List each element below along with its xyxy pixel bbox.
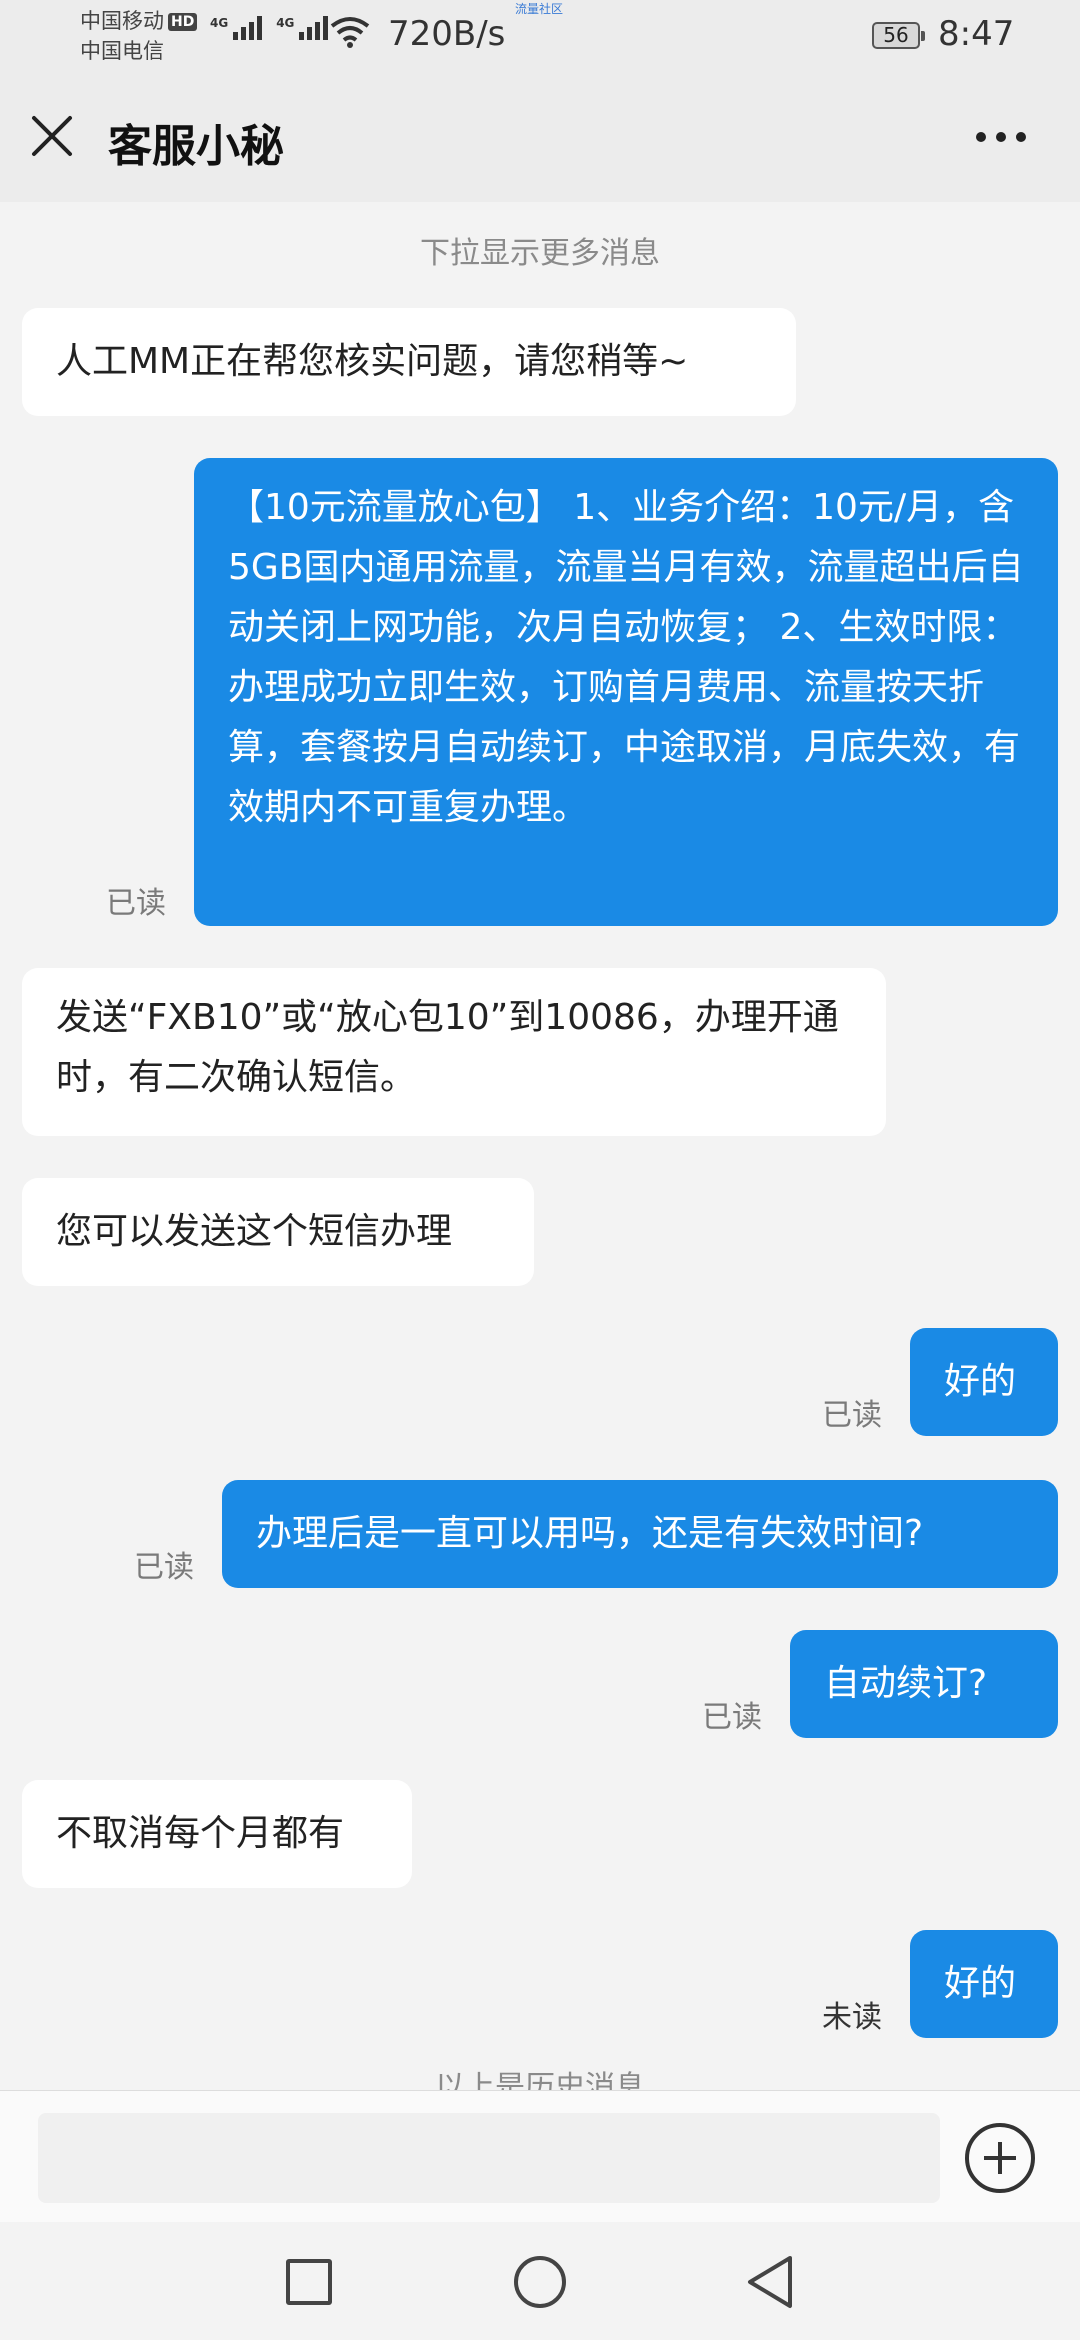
- message-input[interactable]: [38, 2113, 940, 2203]
- battery-icon: 56: [872, 22, 925, 49]
- read-status: 已读: [702, 1700, 762, 1735]
- message-bubble-agent[interactable]: 不取消每个月都有: [22, 1780, 412, 1888]
- wifi-icon: [330, 17, 370, 48]
- circle-icon[interactable]: [514, 2256, 566, 2308]
- message-bubble-user[interactable]: 办理后是一直可以用吗，还是有失效时间?: [222, 1480, 1058, 1588]
- clock: 8:47: [938, 14, 1015, 54]
- message-bubble-agent[interactable]: 人工MM正在帮您核实问题，请您稍等~: [22, 308, 796, 416]
- unread-status: 未读: [822, 2000, 882, 2035]
- system-nav-bar: [0, 2222, 1080, 2340]
- message-bubble-user[interactable]: 好的: [910, 1930, 1058, 2038]
- read-status: 已读: [106, 886, 166, 921]
- header: 客服小秘: [0, 70, 1080, 202]
- carrier-info: 中国移动 HD 中国电信: [80, 6, 198, 66]
- tiny-label: 流量社区: [515, 2, 564, 16]
- signal-icon: 4G 4G: [210, 16, 329, 40]
- message-bubble-agent[interactable]: 您可以发送这个短信办理: [22, 1178, 534, 1286]
- more-dots-icon[interactable]: [976, 122, 1032, 152]
- triangle-back-icon[interactable]: [744, 2254, 796, 2310]
- message-bubble-user[interactable]: 自动续订?: [790, 1630, 1058, 1738]
- square-icon[interactable]: [286, 2259, 332, 2305]
- status-bar: 中国移动 HD 中国电信 4G 4G 720B/s 流量社区 56 8:47: [0, 0, 1080, 70]
- pull-hint: 下拉显示更多消息: [420, 236, 660, 271]
- page-title: 客服小秘: [108, 121, 284, 172]
- message-bubble-user[interactable]: 【10元流量放心包】 1、业务介绍：10元/月，含5GB国内通用流量，流量当月有…: [194, 458, 1058, 926]
- network-speed: 720B/s: [388, 14, 506, 54]
- add-circle-icon[interactable]: [965, 2123, 1035, 2193]
- carrier-1: 中国移动: [80, 9, 164, 33]
- message-bubble-user[interactable]: 好的: [910, 1328, 1058, 1436]
- input-bar: [0, 2090, 1080, 2222]
- carrier-2: 中国电信: [80, 39, 164, 63]
- message-bubble-agent[interactable]: 发送“FXB10”或“放心包10”到10086，办理开通时，有二次确认短信。: [22, 968, 886, 1136]
- network-label-1: 4G: [210, 16, 229, 30]
- read-status: 已读: [822, 1398, 882, 1433]
- hd-badge: HD: [168, 13, 198, 31]
- network-label-2: 4G: [276, 16, 295, 30]
- close-icon[interactable]: [30, 114, 74, 158]
- read-status: 已读: [134, 1550, 194, 1585]
- chat-area[interactable]: 下拉显示更多消息 人工MM正在帮您核实问题，请您稍等~ 已读 【10元流量放心包…: [0, 202, 1080, 2090]
- history-divider: 以上是历史消息: [435, 2070, 645, 2090]
